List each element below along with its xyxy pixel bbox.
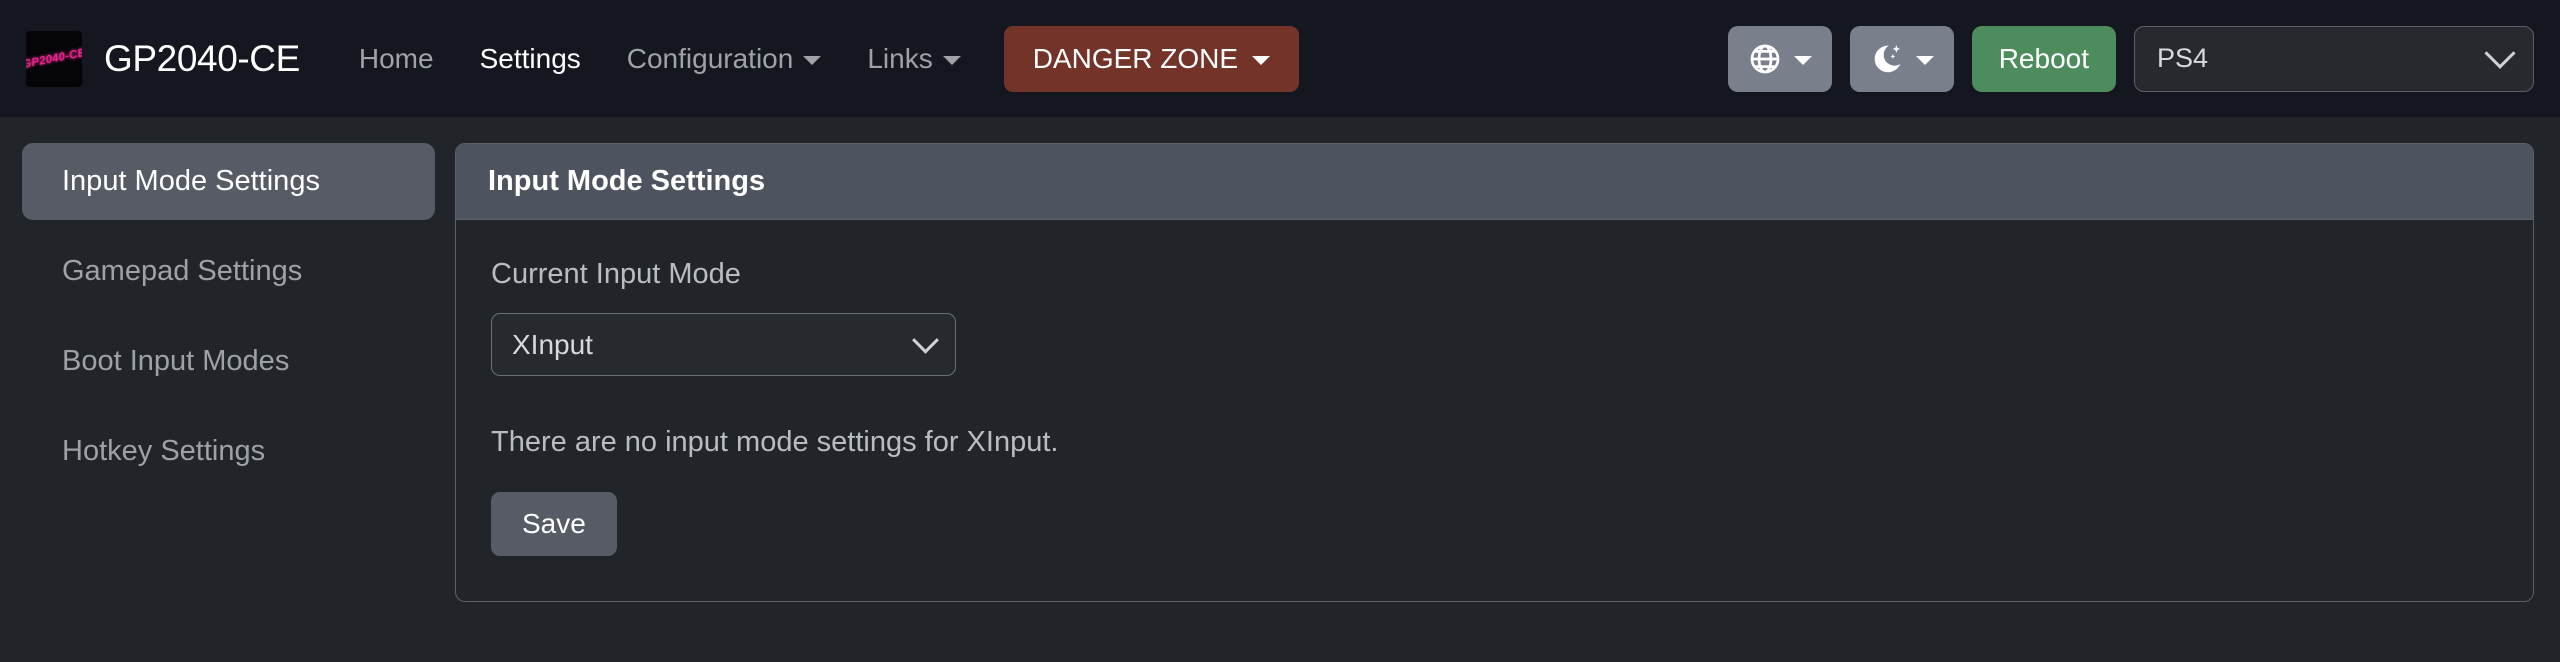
current-input-mode-value: XInput (512, 328, 593, 360)
current-input-mode-select[interactable]: XInput (491, 313, 956, 376)
globe-icon (1748, 42, 1782, 76)
chevron-down-icon (942, 56, 961, 65)
nav-item-configuration-label: Configuration (626, 42, 794, 74)
save-button[interactable]: Save (491, 492, 617, 556)
nav-item-settings-label: Settings (479, 42, 581, 74)
danger-zone-button[interactable]: DANGER ZONE (1003, 25, 1300, 92)
nav-item-home[interactable]: Home (336, 33, 457, 85)
sidebar-item-label: Hotkey Settings (62, 435, 266, 467)
chevron-down-icon (2484, 37, 2516, 69)
sidebar-item-input-mode-settings[interactable]: Input Mode Settings (22, 143, 435, 220)
card-body: Current Input Mode XInput There are no i… (456, 220, 2533, 601)
gp2040-logo-icon: GP2040-CE (26, 30, 82, 87)
logo-label: GP2040-CE (26, 46, 82, 71)
nav-links: Home Settings Configuration Links DANGER… (336, 25, 1300, 92)
page-body: Input Mode Settings Gamepad Settings Boo… (0, 117, 2560, 662)
reboot-button[interactable]: Reboot (1971, 25, 2116, 92)
brand[interactable]: GP2040-CE GP2040-CE (26, 30, 300, 87)
chevron-down-icon (1252, 56, 1271, 65)
device-select-value: PS4 (2157, 43, 2209, 73)
settings-sidebar: Input Mode Settings Gamepad Settings Boo… (0, 143, 455, 662)
nav-item-links[interactable]: Links (844, 33, 983, 85)
input-mode-settings-card: Input Mode Settings Current Input Mode X… (455, 143, 2534, 602)
card-title: Input Mode Settings (456, 144, 2533, 220)
moon-stars-icon (1870, 42, 1904, 76)
sidebar-item-label: Gamepad Settings (62, 255, 303, 287)
reboot-label: Reboot (1998, 42, 2089, 74)
brand-title: GP2040-CE (104, 37, 300, 79)
device-select[interactable]: PS4 (2134, 25, 2534, 92)
sidebar-item-boot-input-modes[interactable]: Boot Input Modes (22, 323, 435, 400)
top-navbar: GP2040-CE GP2040-CE Home Settings Config… (0, 0, 2560, 117)
nav-item-settings[interactable]: Settings (457, 33, 604, 85)
language-dropdown-button[interactable] (1727, 25, 1832, 92)
main-content: Input Mode Settings Current Input Mode X… (455, 143, 2560, 662)
nav-item-home-label: Home (358, 42, 434, 74)
sidebar-item-label: Input Mode Settings (62, 165, 320, 197)
sidebar-item-label: Boot Input Modes (62, 345, 290, 377)
theme-dropdown-button[interactable] (1849, 25, 1954, 92)
sidebar-item-gamepad-settings[interactable]: Gamepad Settings (22, 233, 435, 310)
chevron-down-icon (803, 56, 822, 65)
navbar-right-controls: Reboot PS4 (1727, 0, 2534, 117)
sidebar-item-hotkey-settings[interactable]: Hotkey Settings (22, 413, 435, 490)
nav-item-links-label: Links (867, 42, 933, 74)
chevron-down-icon (912, 326, 939, 354)
danger-zone-label: DANGER ZONE (1032, 42, 1239, 74)
nav-item-configuration[interactable]: Configuration (604, 33, 845, 85)
no-settings-note: There are no input mode settings for XIn… (491, 426, 1059, 458)
chevron-down-icon (1793, 56, 1812, 65)
current-input-mode-label: Current Input Mode (491, 258, 741, 290)
save-button-label: Save (522, 508, 586, 539)
chevron-down-icon (1915, 56, 1934, 65)
